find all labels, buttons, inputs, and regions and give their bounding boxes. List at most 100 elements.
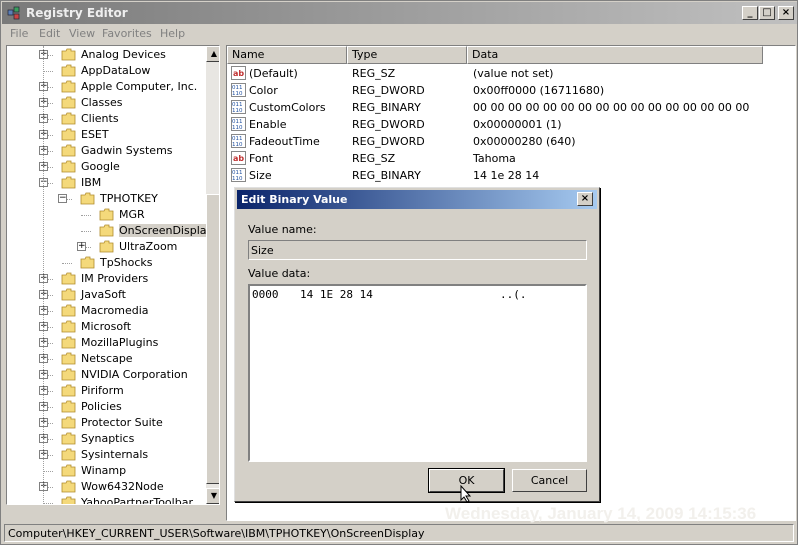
registry-tree[interactable]: + Analog Devices AppDataLow + Apple Computer… — [6, 45, 220, 505]
binary-value-icon: 011 110 — [231, 117, 246, 131]
value-data: 0x00000280 (640) — [473, 135, 576, 148]
tree-item[interactable]: + Gadwin Systems — [7, 143, 205, 159]
edit-binary-value-dialog: Edit Binary Value × Value name: Size Val… — [234, 187, 600, 502]
tree-item-label: Apple Computer, Inc. — [81, 80, 198, 93]
tree-item[interactable]: + Policies — [7, 399, 205, 415]
svg-text:110: 110 — [232, 125, 243, 131]
menu-file[interactable]: File — [10, 27, 28, 40]
value-type: REG_BINARY — [352, 101, 421, 114]
status-bar: Computer\HKEY_CURRENT_USER\Software\IBM\… — [4, 524, 794, 542]
tree-item[interactable]: + Piriform — [7, 383, 205, 399]
value-data-label: Value data: — [248, 267, 311, 280]
tree-item[interactable]: + Protector Suite — [7, 415, 205, 431]
folder-icon — [99, 208, 114, 221]
tree-vertical-scrollbar[interactable]: ▲ ▼ — [206, 46, 219, 504]
tree-item[interactable]: + Netscape — [7, 351, 205, 367]
tree-item[interactable]: Winamp — [7, 463, 205, 479]
value-data: (value not set) — [473, 67, 554, 80]
folder-icon — [61, 272, 76, 285]
dialog-close-icon[interactable]: × — [577, 192, 593, 206]
tree-item[interactable]: + IM Providers — [7, 271, 205, 287]
tree-scroll-thumb[interactable] — [206, 194, 219, 484]
column-header-data[interactable]: Data — [467, 46, 763, 64]
tree-item[interactable]: + Clients — [7, 111, 205, 127]
folder-icon — [61, 64, 76, 77]
scroll-down-arrow-icon[interactable]: ▼ — [206, 488, 219, 504]
expand-icon[interactable]: + — [77, 242, 86, 251]
folder-icon — [61, 496, 76, 504]
tree-item[interactable]: AppDataLow — [7, 63, 205, 79]
menu-edit[interactable]: Edit — [39, 27, 60, 40]
folder-icon — [99, 224, 114, 237]
tree-item-label: Analog Devices — [81, 48, 166, 61]
binary-value-icon: 011 110 — [231, 134, 246, 148]
minimize-button[interactable]: _ — [742, 6, 758, 20]
hex-offset: 0000 — [252, 288, 279, 301]
tree-item[interactable]: TpShocks — [7, 255, 205, 271]
folder-icon — [61, 48, 76, 61]
current-key-path: Computer\HKEY_CURRENT_USER\Software\IBM\… — [8, 527, 425, 540]
folder-icon — [61, 160, 76, 173]
tree-item[interactable]: + Analog Devices — [7, 47, 205, 63]
svg-text:110: 110 — [232, 142, 243, 148]
value-type: REG_DWORD — [352, 135, 425, 148]
tree-item[interactable]: + UltraZoom — [7, 239, 205, 255]
value-row[interactable]: 011 110 CustomColors REG_BINARY 00 00 00 00 … — [227, 99, 795, 116]
tree-item[interactable]: + ESET — [7, 127, 205, 143]
tree-item[interactable]: YahooPartnerToolbar — [7, 495, 205, 504]
tree-item[interactable]: + Apple Computer, Inc. — [7, 79, 205, 95]
folder-icon — [61, 336, 76, 349]
folder-icon — [61, 128, 76, 141]
tree-item[interactable]: + Macromedia — [7, 303, 205, 319]
tree-item-label: Netscape — [81, 352, 133, 365]
maximize-button[interactable]: □ — [759, 6, 775, 20]
value-row[interactable]: 011 110 Color REG_DWORD 0x00ff0000 (16711680… — [227, 82, 795, 99]
tree-item[interactable]: + Synaptics — [7, 431, 205, 447]
tree-item[interactable]: − IBM — [7, 175, 205, 191]
folder-icon — [61, 112, 76, 125]
value-row[interactable]: 011 110 FadeoutTime REG_DWORD 0x00000280 (64… — [227, 133, 795, 150]
value-name: Enable — [249, 118, 287, 131]
tree-item[interactable]: + Wow6432Node — [7, 479, 205, 495]
value-data-hex-editor[interactable]: 0000 14 1E 28 14 ..(. — [248, 284, 587, 462]
column-header-type[interactable]: Type — [347, 46, 467, 64]
cancel-button[interactable]: Cancel — [512, 469, 587, 492]
folder-icon — [61, 480, 76, 493]
title-bar[interactable]: Registry Editor _ □ × — [2, 2, 797, 24]
tree-item-label: Gadwin Systems — [81, 144, 173, 157]
tree-item-label: Google — [81, 160, 120, 173]
binary-value-icon: 011 110 — [231, 168, 246, 182]
value-row[interactable]: ab Font REG_SZ Tahoma — [227, 150, 795, 167]
value-row[interactable]: 011 110 Enable REG_DWORD 0x00000001 (1) — [227, 116, 795, 133]
value-data: 0x00ff0000 (16711680) — [473, 84, 605, 97]
tree-item[interactable]: + Sysinternals — [7, 447, 205, 463]
tree-item[interactable]: + Google — [7, 159, 205, 175]
tree-item[interactable]: + NVIDIA Corporation — [7, 367, 205, 383]
value-row[interactable]: 011 110 Size REG_BINARY 14 1e 28 14 — [227, 167, 795, 184]
mouse-pointer-icon — [460, 485, 472, 503]
tree-item-label: JavaSoft — [81, 288, 126, 301]
tree-item-label: AppDataLow — [81, 64, 151, 77]
tree-item[interactable]: + Classes — [7, 95, 205, 111]
dialog-title-bar[interactable]: Edit Binary Value × — [237, 190, 597, 209]
tree-item[interactable]: + MozillaPlugins — [7, 335, 205, 351]
tree-item[interactable]: OnScreenDisplay — [7, 223, 213, 239]
string-value-icon: ab — [231, 151, 246, 165]
menu-view[interactable]: View — [69, 27, 95, 40]
scroll-up-arrow-icon[interactable]: ▲ — [206, 46, 219, 62]
tree-guide-line — [43, 46, 44, 504]
menu-favorites[interactable]: Favorites — [102, 27, 152, 40]
menu-help[interactable]: Help — [160, 27, 185, 40]
tree-item[interactable]: + JavaSoft — [7, 287, 205, 303]
value-name: CustomColors — [249, 101, 326, 114]
value-row[interactable]: ab (Default) REG_SZ (value not set) — [227, 65, 795, 82]
close-button[interactable]: × — [778, 6, 794, 20]
tree-item[interactable]: MGR — [7, 207, 205, 223]
tree-item[interactable]: + Microsoft — [7, 319, 205, 335]
value-type: REG_BINARY — [352, 169, 421, 182]
tree-item[interactable]: − TPHOTKEY — [7, 191, 205, 207]
column-header-name[interactable]: Name — [227, 46, 347, 64]
tree-item-label: Sysinternals — [81, 448, 149, 461]
tree-item-label: IBM — [81, 176, 102, 189]
collapse-icon[interactable]: − — [58, 194, 67, 203]
